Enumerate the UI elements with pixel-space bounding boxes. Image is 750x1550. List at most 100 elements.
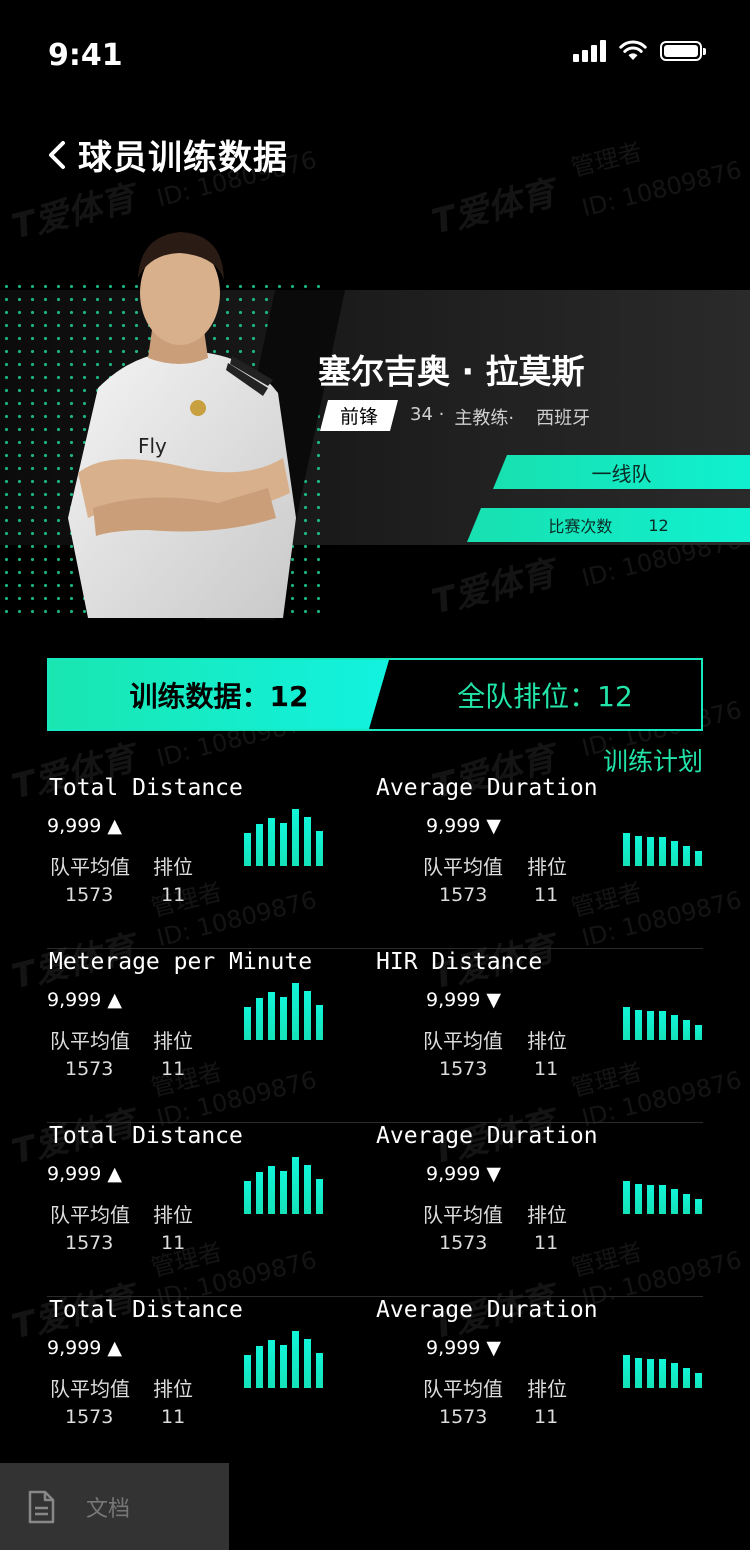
metric-value: 9,999 ▼ bbox=[426, 815, 502, 837]
team-average-value: 1573 bbox=[65, 1058, 114, 1080]
rank-label: 排位 bbox=[527, 855, 567, 879]
training-data-tab[interactable]: 训练数据：12 bbox=[49, 660, 389, 729]
back-chevron-icon[interactable] bbox=[44, 140, 70, 170]
chart-bar bbox=[671, 1189, 678, 1214]
chart-bar bbox=[280, 1345, 287, 1388]
chart-bar bbox=[647, 1011, 654, 1040]
chart-bar bbox=[280, 823, 287, 866]
chart-bar bbox=[268, 992, 275, 1040]
metric-card[interactable]: HIR Distance 9,999 ▼ 队平均值 排位 1573 11 bbox=[374, 949, 704, 1122]
chart-bar bbox=[244, 833, 251, 866]
chart-bar bbox=[683, 846, 690, 866]
chart-bar bbox=[659, 1011, 666, 1040]
chart-bar bbox=[671, 1015, 678, 1040]
position-badge: 前锋 bbox=[320, 400, 398, 431]
team-average-value: 1573 bbox=[439, 884, 488, 906]
chart-bar bbox=[280, 1171, 287, 1214]
rank-value: 11 bbox=[161, 1058, 186, 1080]
watermark-admin: 管理者 bbox=[568, 137, 645, 183]
metric-title: Total Distance bbox=[49, 775, 243, 801]
metric-card[interactable]: Total Distance 9,999 ▲ 队平均值 排位 1573 11 bbox=[47, 775, 377, 948]
team-average-value: 1573 bbox=[439, 1058, 488, 1080]
chart-bar bbox=[292, 983, 299, 1040]
team-rank-tab[interactable]: 全队排位：12 bbox=[389, 660, 701, 729]
chart-bar bbox=[256, 998, 263, 1040]
training-plan-link[interactable]: 训练计划 bbox=[603, 742, 703, 778]
chart-bar bbox=[292, 809, 299, 866]
metric-title: Total Distance bbox=[49, 1123, 243, 1149]
chart-bar bbox=[304, 991, 311, 1040]
rank-label: 排位 bbox=[153, 1029, 193, 1053]
chart-bar bbox=[647, 837, 654, 866]
team-average-label: 队平均值 bbox=[423, 855, 503, 879]
rank-value: 11 bbox=[161, 1232, 186, 1254]
chart-bar bbox=[268, 1166, 275, 1214]
metric-title: HIR Distance bbox=[376, 949, 543, 975]
player-role: 主教练· bbox=[454, 408, 515, 429]
chart-bar bbox=[635, 836, 642, 866]
metric-value: 9,999 ▼ bbox=[426, 989, 502, 1011]
team-average-value: 1573 bbox=[439, 1232, 488, 1254]
metric-title: Average Duration bbox=[376, 775, 598, 801]
status-icons bbox=[573, 40, 706, 62]
chart-bar bbox=[244, 1355, 251, 1388]
chart-bar bbox=[659, 1185, 666, 1214]
battery-icon bbox=[660, 41, 706, 61]
document-tab[interactable]: 文档 bbox=[0, 1463, 229, 1550]
chart-bar bbox=[623, 833, 630, 866]
chart-bar bbox=[304, 817, 311, 866]
mini-bar-chart bbox=[623, 980, 702, 1040]
metric-card[interactable]: Average Duration 9,999 ▼ 队平均值 排位 1573 11 bbox=[374, 775, 704, 948]
metric-card[interactable]: Average Duration 9,999 ▼ 队平均值 排位 1573 11 bbox=[374, 1297, 704, 1470]
rank-label: 排位 bbox=[527, 1203, 567, 1227]
watermark-logo: T爱体育 bbox=[427, 173, 560, 243]
chart-bar bbox=[316, 1005, 323, 1040]
document-icon bbox=[28, 1490, 55, 1523]
chart-bar bbox=[635, 1010, 642, 1040]
mini-bar-chart bbox=[244, 1154, 323, 1214]
rank-value: 11 bbox=[534, 884, 559, 906]
chart-bar bbox=[647, 1185, 654, 1214]
rank-label: 排位 bbox=[153, 1203, 193, 1227]
metric-value: 9,999 ▲ bbox=[47, 1163, 123, 1185]
team-average-value: 1573 bbox=[65, 884, 114, 906]
chart-bar bbox=[244, 1007, 251, 1040]
rank-value: 11 bbox=[534, 1058, 559, 1080]
chart-bar bbox=[683, 1194, 690, 1214]
metric-row: Total Distance 9,999 ▲ 队平均值 排位 1573 11 Average… bbox=[47, 775, 703, 949]
chart-bar bbox=[635, 1184, 642, 1214]
page-title: 球员训练数据 bbox=[78, 138, 288, 178]
chart-bar bbox=[647, 1359, 654, 1388]
chart-bar bbox=[671, 841, 678, 866]
team-average-label: 队平均值 bbox=[50, 1029, 130, 1053]
chart-bar bbox=[623, 1007, 630, 1040]
team-average-value: 1573 bbox=[439, 1406, 488, 1428]
status-bar: 9:41 bbox=[0, 0, 750, 100]
summary-bar: 训练数据：12 全队排位：12 bbox=[47, 658, 703, 731]
chart-bar bbox=[268, 1340, 275, 1388]
team-average-value: 1573 bbox=[65, 1232, 114, 1254]
metric-card[interactable]: Total Distance 9,999 ▲ 队平均值 排位 1573 11 bbox=[47, 1123, 377, 1296]
matches-value: 12 bbox=[648, 515, 669, 535]
metric-row: Total Distance 9,999 ▲ 队平均值 排位 1573 11 Average… bbox=[47, 1297, 703, 1470]
signal-icon bbox=[573, 40, 606, 62]
chart-bar bbox=[671, 1363, 678, 1388]
chart-bar bbox=[256, 1172, 263, 1214]
svg-text:Fly: Fly bbox=[138, 434, 167, 458]
player-name: 塞尔吉奥 · 拉莫斯 bbox=[318, 352, 585, 391]
chart-bar bbox=[623, 1355, 630, 1388]
chart-bar bbox=[623, 1181, 630, 1214]
metric-title: Average Duration bbox=[376, 1123, 598, 1149]
team-average-label: 队平均值 bbox=[50, 1377, 130, 1401]
mini-bar-chart bbox=[244, 980, 323, 1040]
rank-value: 11 bbox=[534, 1232, 559, 1254]
wifi-icon bbox=[619, 40, 647, 60]
metric-card[interactable]: Meterage per Minute 9,999 ▲ 队平均值 排位 1573 11 bbox=[47, 949, 377, 1122]
metric-card[interactable]: Average Duration 9,999 ▼ 队平均值 排位 1573 11 bbox=[374, 1123, 704, 1296]
chart-bar bbox=[292, 1331, 299, 1388]
rank-label: 排位 bbox=[153, 1377, 193, 1401]
metric-card[interactable]: Total Distance 9,999 ▲ 队平均值 排位 1573 11 bbox=[47, 1297, 377, 1470]
team-average-label: 队平均值 bbox=[423, 1377, 503, 1401]
metric-value: 9,999 ▼ bbox=[426, 1163, 502, 1185]
nav-bar: 球员训练数据 bbox=[44, 130, 288, 179]
